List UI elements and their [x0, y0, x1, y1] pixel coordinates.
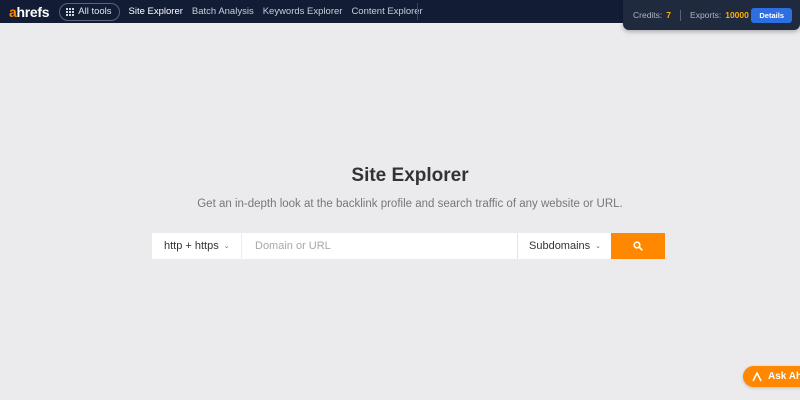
protocol-value: http + https	[164, 240, 219, 252]
nav-content-explorer[interactable]: Content Explorer	[351, 6, 422, 17]
nav-batch-analysis[interactable]: Batch Analysis	[192, 6, 254, 17]
nav-keywords-explorer[interactable]: Keywords Explorer	[263, 6, 343, 17]
exports-label: Exports:	[690, 10, 722, 20]
search-button[interactable]	[611, 233, 665, 259]
ahrefs-logo[interactable]: ahrefs	[9, 3, 50, 20]
ask-ahrefs-button[interactable]: Ask Ahr	[743, 366, 800, 387]
main-nav: Site Explorer Batch Analysis Keywords Ex…	[129, 6, 423, 17]
search-icon	[633, 241, 643, 251]
mode-value: Subdomains	[529, 240, 591, 252]
search-bar: http + https ⌄ Subdomains ⌄	[152, 233, 665, 259]
all-tools-label: All tools	[78, 6, 112, 17]
credits-panel: Credits: 7 Exports: 10000 Details	[623, 0, 800, 30]
page-subtitle: Get an in-depth look at the backlink pro…	[197, 198, 623, 210]
ask-ahrefs-label: Ask Ahr	[768, 371, 800, 382]
ahrefs-a-icon	[752, 371, 762, 381]
credits-separator	[680, 9, 682, 21]
nav-site-explorer[interactable]: Site Explorer	[129, 6, 183, 17]
nav-divider	[417, 3, 418, 20]
domain-url-input[interactable]	[242, 233, 517, 259]
credits-label: Credits:	[633, 10, 663, 20]
grid-icon	[66, 7, 75, 16]
details-button[interactable]: Details	[751, 7, 792, 23]
logo-first-letter: a	[9, 3, 17, 20]
protocol-dropdown[interactable]: http + https ⌄	[152, 233, 242, 259]
mode-dropdown[interactable]: Subdomains ⌄	[517, 233, 611, 259]
page-title: Site Explorer	[351, 165, 469, 186]
chevron-down-icon: ⌄	[223, 243, 230, 250]
logo-rest: hrefs	[16, 3, 50, 20]
chevron-down-icon: ⌄	[595, 243, 602, 250]
all-tools-button[interactable]: All tools	[59, 2, 120, 21]
credits-value: 7	[666, 10, 672, 20]
exports-value: 10000	[725, 10, 749, 20]
